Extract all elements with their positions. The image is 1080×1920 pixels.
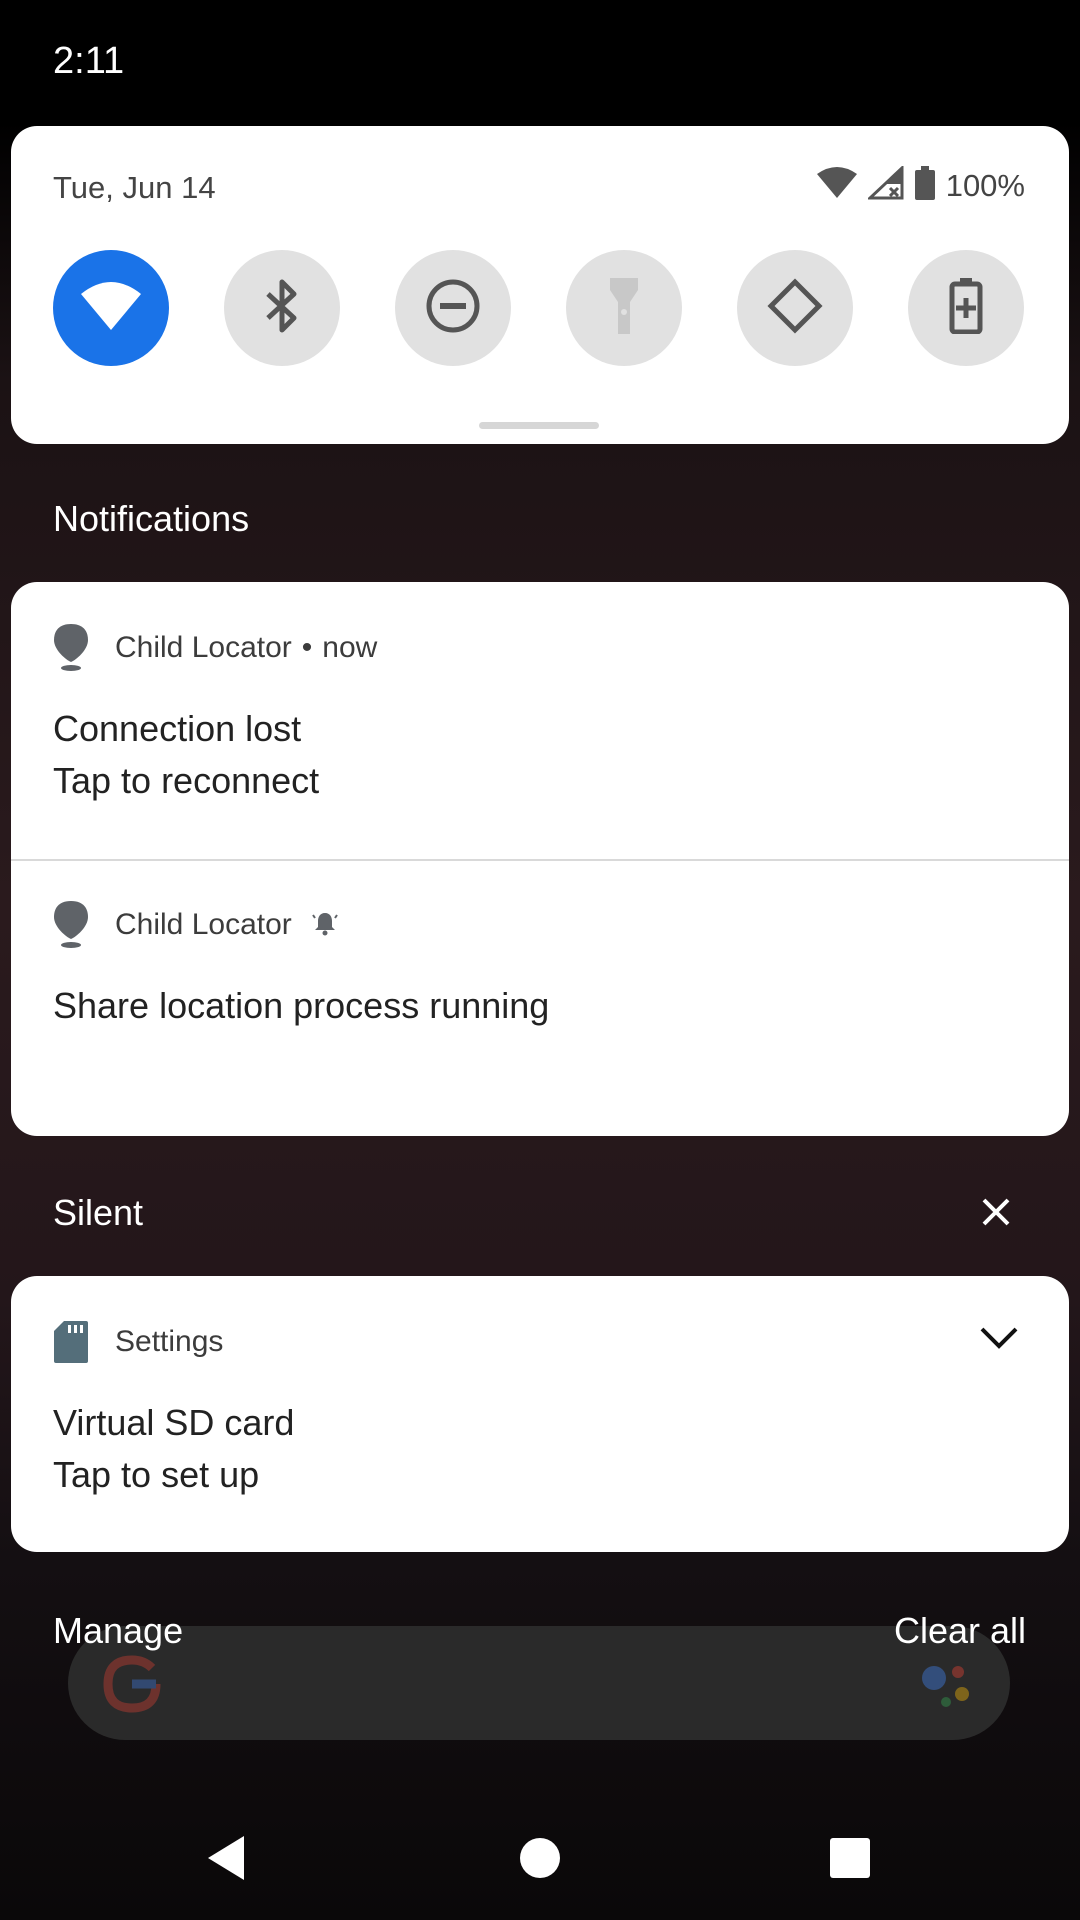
wifi-signal-icon bbox=[816, 166, 858, 205]
home-icon bbox=[518, 1836, 562, 1885]
bluetooth-tile[interactable] bbox=[224, 250, 340, 366]
battery-percent: 100% bbox=[945, 167, 1025, 203]
notification-group: Child Locator • now Connection lost Tap … bbox=[11, 582, 1069, 1136]
wifi-tile[interactable] bbox=[53, 250, 169, 366]
notification-header: Child Locator • now bbox=[53, 624, 377, 672]
date-label[interactable]: Tue, Jun 14 bbox=[53, 170, 216, 206]
location-pin-icon bbox=[53, 624, 89, 672]
clock: 2:11 bbox=[53, 40, 125, 82]
status-bar: 2:11 bbox=[0, 0, 1080, 126]
battery-saver-tile[interactable] bbox=[908, 250, 1024, 366]
app-name: Settings bbox=[115, 1325, 224, 1358]
sd-card-icon bbox=[53, 1318, 89, 1366]
drag-handle[interactable] bbox=[479, 422, 599, 429]
notification-text: Tap to reconnect bbox=[53, 760, 320, 801]
system-status: 100% bbox=[816, 164, 1025, 205]
navigation-bar bbox=[0, 1800, 1080, 1920]
notification-connection-lost[interactable]: Child Locator • now Connection lost Tap … bbox=[11, 582, 1069, 860]
cell-signal-icon bbox=[865, 164, 904, 205]
separator-dot: • bbox=[301, 631, 313, 664]
notification-title: Virtual SD card bbox=[53, 1402, 295, 1443]
flashlight-icon bbox=[606, 276, 642, 341]
clear-all-button[interactable]: Clear all bbox=[894, 1610, 1026, 1652]
quick-settings-panel: Tue, Jun 14 100% bbox=[11, 126, 1069, 444]
notification-text: Tap to set up bbox=[53, 1454, 260, 1495]
auto-rotate-tile[interactable] bbox=[737, 250, 853, 366]
search-bar bbox=[68, 1626, 1010, 1740]
app-name: Child Locator bbox=[115, 631, 292, 664]
manage-button[interactable]: Manage bbox=[53, 1610, 183, 1652]
app-name: Child Locator bbox=[115, 908, 292, 941]
silent-header: Silent bbox=[53, 1192, 144, 1233]
location-pin-icon bbox=[53, 901, 89, 949]
notification-title: Connection lost bbox=[53, 708, 302, 749]
recents-icon bbox=[828, 1836, 872, 1885]
assistant-icon bbox=[918, 1660, 974, 1715]
back-button[interactable] bbox=[194, 1828, 258, 1892]
notifications-header: Notifications bbox=[53, 498, 250, 539]
notification-virtual-sd-card[interactable]: Settings Virtual SD card Tap to set up bbox=[11, 1276, 1069, 1552]
close-icon[interactable] bbox=[978, 1194, 1014, 1235]
notification-header: Child Locator bbox=[53, 901, 338, 949]
notification-header: Settings bbox=[53, 1318, 223, 1366]
recents-button[interactable] bbox=[818, 1828, 882, 1892]
quick-settings-tiles bbox=[53, 250, 1029, 366]
notification-title: Share location process running bbox=[53, 985, 550, 1026]
battery-saver-icon bbox=[949, 277, 983, 339]
back-icon bbox=[204, 1834, 248, 1887]
notification-time: now bbox=[322, 631, 378, 664]
auto-rotate-icon bbox=[767, 277, 823, 339]
bluetooth-icon bbox=[264, 278, 300, 339]
flashlight-tile[interactable] bbox=[566, 250, 682, 366]
do-not-disturb-tile[interactable] bbox=[395, 250, 511, 366]
chevron-down-icon[interactable] bbox=[979, 1326, 1019, 1357]
bell-icon bbox=[311, 910, 338, 941]
home-button[interactable] bbox=[508, 1828, 572, 1892]
google-logo-icon bbox=[102, 1654, 162, 1719]
do-not-disturb-icon bbox=[425, 278, 481, 339]
notification-share-location[interactable]: Child Locator Share location process run… bbox=[11, 861, 1069, 1136]
battery-icon bbox=[914, 166, 936, 205]
wifi-icon bbox=[79, 280, 143, 337]
